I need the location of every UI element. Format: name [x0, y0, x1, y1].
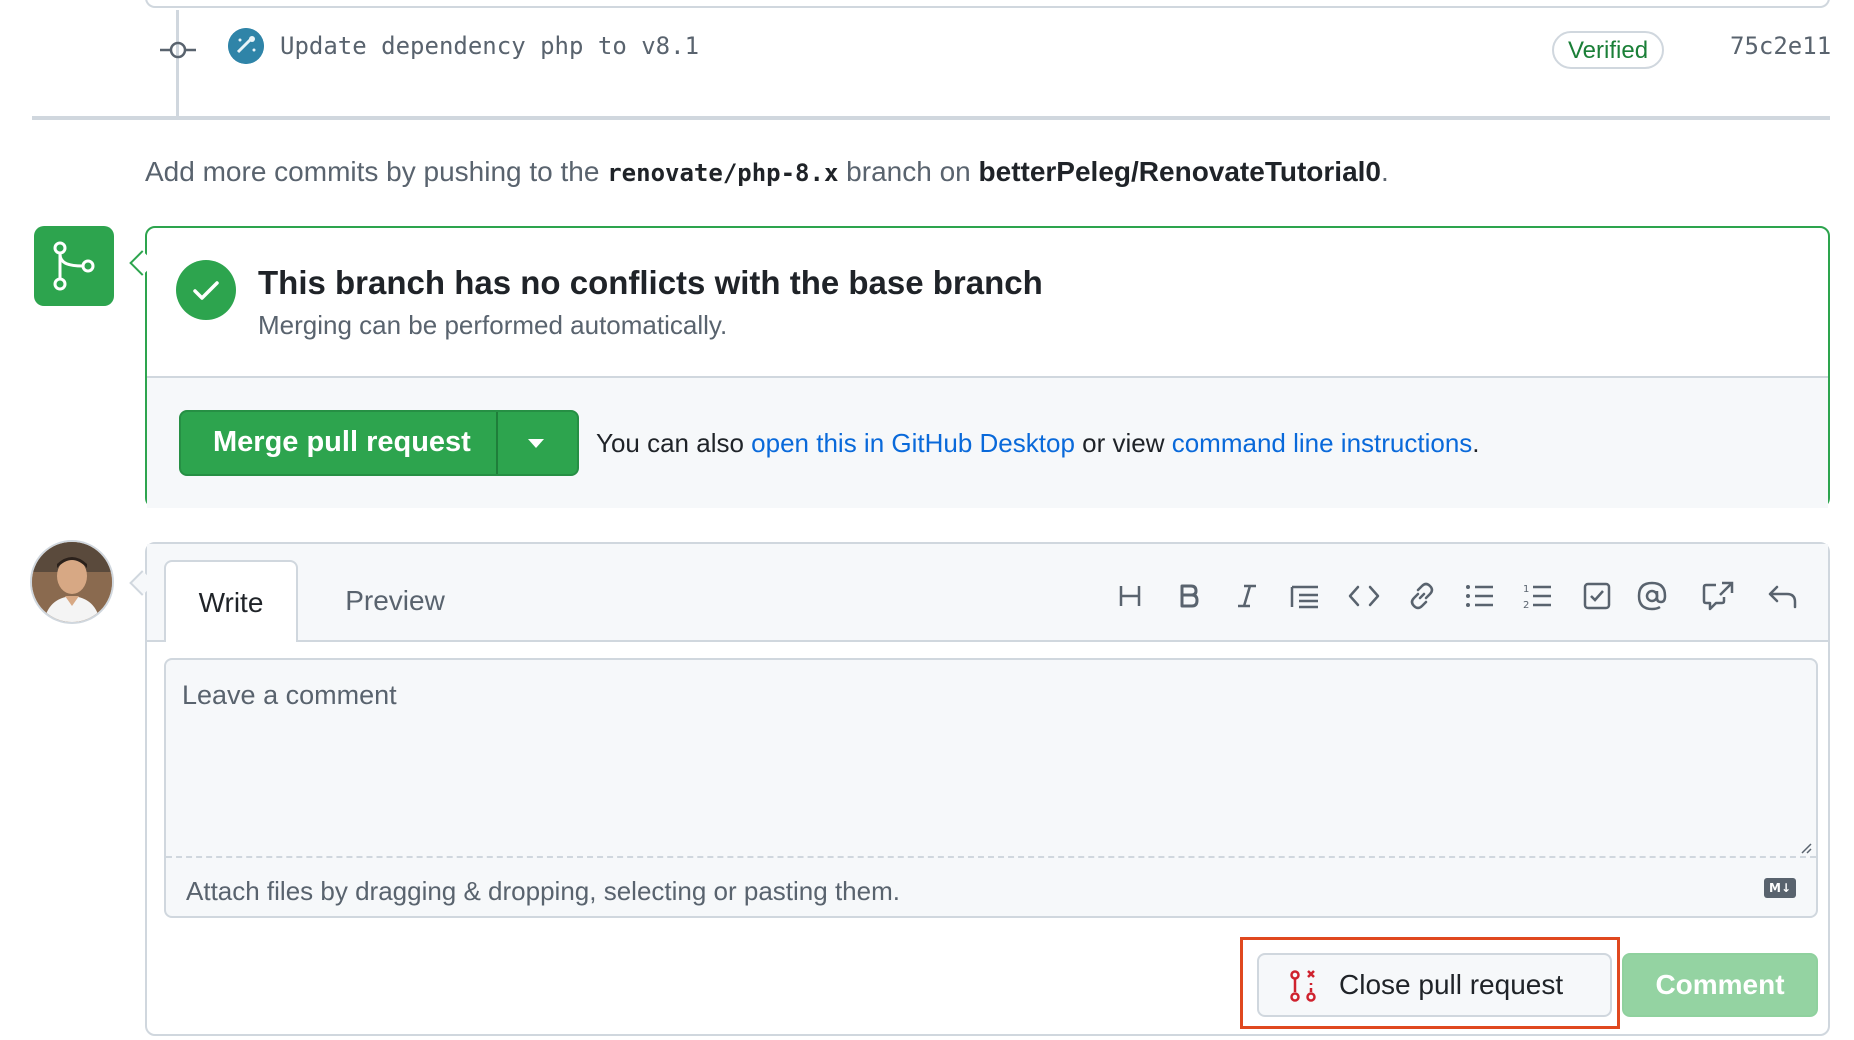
merge-button-label: Merge pull request — [213, 426, 471, 458]
comment-editor: Leave a comment Attach files by dragging… — [164, 658, 1818, 918]
svg-text:2: 2 — [1523, 600, 1529, 610]
push-hint-middle: branch on — [838, 156, 979, 187]
branch-name: renovate/php-8.x — [607, 159, 839, 187]
comment-textarea[interactable]: Leave a comment — [166, 660, 1816, 858]
also-middle: or view — [1074, 428, 1172, 458]
link-icon[interactable] — [1404, 578, 1440, 614]
timeline-divider — [32, 116, 1830, 120]
heading-icon[interactable] — [1112, 578, 1148, 614]
markdown-icon[interactable]: M↓ — [1764, 878, 1796, 898]
also-prefix: You can also — [596, 428, 752, 458]
command-line-instructions-link[interactable]: command line instructions — [1172, 428, 1473, 458]
attach-files-hint[interactable]: Attach files by dragging & dropping, sel… — [186, 876, 900, 907]
renovate-bot-avatar[interactable] — [228, 28, 264, 64]
comment-submit-button[interactable]: Comment — [1622, 953, 1818, 1017]
comment-placeholder: Leave a comment — [182, 680, 397, 710]
git-commit-icon — [160, 41, 196, 59]
bold-icon[interactable] — [1171, 578, 1207, 614]
git-merge-icon — [34, 226, 114, 306]
commit-list-container — [145, 0, 1830, 8]
close-button-label: Close pull request — [1339, 969, 1564, 1000]
tab-preview[interactable]: Preview — [330, 560, 460, 640]
merge-status-title: This branch has no conflicts with the ba… — [258, 264, 1043, 301]
commit-sha-link[interactable]: 75c2e11 — [1730, 32, 1831, 60]
svg-text:1: 1 — [1523, 584, 1529, 595]
tasklist-icon[interactable] — [1579, 578, 1615, 614]
merge-status-subtitle: Merging can be performed automatically. — [258, 310, 728, 340]
code-icon[interactable] — [1346, 578, 1382, 614]
repo-name: betterPeleg/RenovateTutorial0 — [978, 156, 1381, 187]
open-github-desktop-link[interactable]: open this in GitHub Desktop — [751, 428, 1075, 458]
timeline-line — [176, 10, 179, 116]
merge-alternatives-text: You can also open this in GitHub Desktop… — [596, 428, 1480, 459]
also-suffix: . — [1472, 428, 1480, 458]
quote-icon[interactable] — [1287, 578, 1323, 614]
italic-icon[interactable] — [1229, 578, 1265, 614]
verified-badge[interactable]: Verified — [1552, 31, 1665, 69]
triangle-down-icon[interactable] — [528, 439, 544, 448]
mention-icon[interactable] — [1634, 578, 1670, 614]
reply-icon[interactable] — [1764, 578, 1800, 614]
resize-handle-icon[interactable] — [1800, 842, 1812, 854]
git-pull-request-closed-icon — [1290, 970, 1316, 1002]
unordered-list-icon[interactable] — [1462, 578, 1498, 614]
check-icon — [176, 260, 236, 320]
commit-message-link[interactable]: Update dependency php to v8.1 — [280, 32, 699, 60]
renovate-bot-avatar-icon — [228, 28, 264, 64]
merge-button-separator — [496, 412, 498, 474]
ordered-list-icon[interactable]: 12 — [1520, 578, 1556, 614]
close-pull-request-button[interactable]: Close pull request — [1257, 953, 1612, 1017]
merge-pull-request-button[interactable]: Merge pull request — [179, 410, 579, 476]
cross-reference-icon[interactable] — [1700, 578, 1736, 614]
avatar[interactable] — [30, 540, 114, 624]
push-hint: Add more commits by pushing to the renov… — [145, 156, 1389, 188]
tab-write[interactable]: Write — [164, 560, 298, 642]
push-hint-prefix: Add more commits by pushing to the — [145, 156, 608, 187]
push-hint-suffix: . — [1381, 156, 1389, 187]
